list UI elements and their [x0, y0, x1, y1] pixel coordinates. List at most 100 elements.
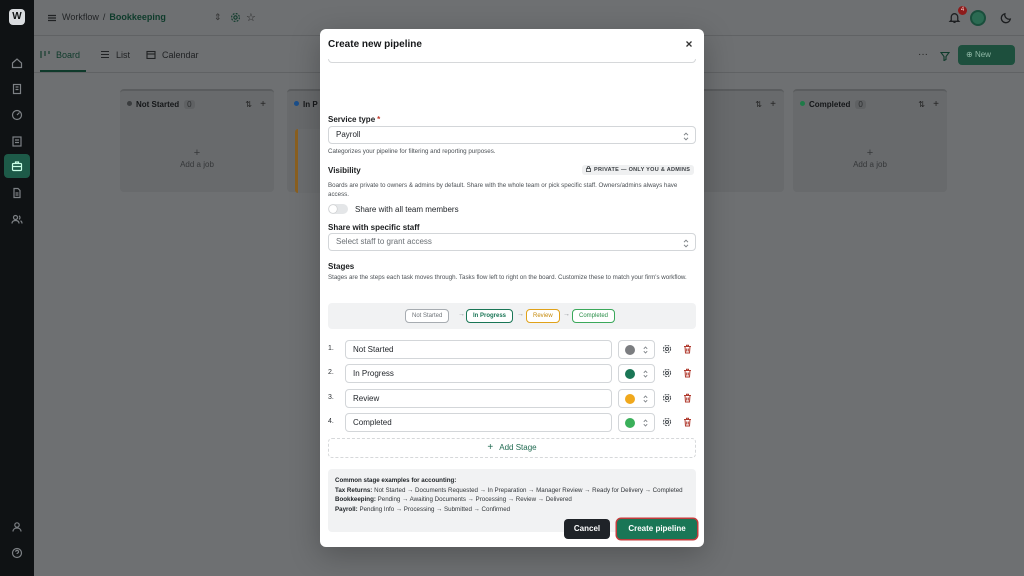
notification-badge: 4: [958, 6, 967, 15]
stage-color-picker[interactable]: [618, 364, 655, 383]
column-title: In P: [303, 100, 318, 109]
stage-row: 3. Review: [328, 389, 696, 409]
stage-name-input[interactable]: Completed: [345, 413, 612, 432]
users-icon[interactable]: [8, 210, 26, 228]
star-icon[interactable]: ☆: [246, 11, 256, 24]
sidebar: W: [0, 0, 34, 576]
tab-calendar[interactable]: Calendar: [146, 50, 199, 60]
board-column: Not Started 0 ⇅ + + Add a job: [120, 89, 274, 192]
chevron-updown-icon: [643, 346, 648, 354]
visibility-help: Boards are private to owners & admins by…: [328, 182, 678, 198]
building-icon[interactable]: [8, 80, 26, 98]
document-icon[interactable]: [8, 184, 26, 202]
service-type-label: Service type *: [328, 115, 381, 124]
arrow-right-icon: →: [458, 311, 465, 318]
gear-icon[interactable]: [662, 393, 672, 403]
briefcase-icon[interactable]: [4, 154, 30, 178]
color-swatch: [625, 345, 635, 355]
chevron-updown-icon: [683, 238, 689, 248]
app-logo[interactable]: W: [9, 9, 25, 25]
column-count: 0: [855, 100, 866, 109]
home-icon[interactable]: [8, 54, 26, 72]
add-stage-button[interactable]: + Add Stage: [328, 438, 696, 458]
stage-number: 3.: [328, 394, 334, 401]
service-type-value: Payroll: [336, 130, 361, 139]
add-job-button[interactable]: + Add a job: [120, 147, 274, 169]
examples-heading: Common stage examples for accounting:: [335, 477, 457, 484]
plus-icon[interactable]: +: [933, 99, 939, 110]
gear-icon[interactable]: [662, 368, 672, 378]
more-icon[interactable]: ···: [918, 49, 928, 60]
gear-icon[interactable]: [230, 12, 241, 23]
add-stage-label: Add Stage: [499, 443, 537, 452]
menu-icon[interactable]: [46, 12, 58, 24]
new-button-label: New: [974, 50, 991, 59]
close-icon[interactable]: [683, 38, 695, 50]
trash-icon[interactable]: [683, 393, 692, 403]
stage-name-input[interactable]: Review: [345, 389, 612, 408]
trash-icon[interactable]: [683, 368, 692, 378]
share-staff-placeholder: Select staff to grant access: [336, 237, 432, 246]
share-all-toggle[interactable]: [328, 204, 348, 214]
chevron-updown-icon[interactable]: ⇕: [214, 12, 222, 23]
avatar[interactable]: [970, 10, 986, 26]
trash-icon[interactable]: [683, 417, 692, 427]
column-dot: [800, 101, 805, 106]
add-job-button[interactable]: + Add a job: [793, 147, 947, 169]
preview-pill: Review: [526, 309, 560, 323]
stage-row: 4. Completed: [328, 413, 696, 433]
service-type-help: Categorizes your pipeline for filtering …: [328, 148, 496, 155]
plus-icon[interactable]: +: [770, 99, 776, 110]
color-swatch: [625, 418, 635, 428]
modal-body[interactable]: Service type * Payroll Categorizes your p…: [320, 59, 704, 535]
breadcrumb-root[interactable]: Workflow: [62, 12, 99, 22]
pipeline-name-field[interactable]: [328, 59, 696, 63]
stage-flow-preview: Not Started → In Progress → Review → Com…: [328, 303, 696, 329]
visibility-label: Visibility: [328, 166, 361, 175]
modal-title: Create new pipeline: [328, 39, 422, 50]
tab-board[interactable]: Board: [40, 50, 80, 60]
sort-icon[interactable]: ⇅: [245, 100, 252, 109]
stage-color-picker[interactable]: [618, 413, 655, 432]
stage-name-input[interactable]: In Progress: [345, 364, 612, 383]
stage-name-input[interactable]: Not Started: [345, 340, 612, 359]
tab-list[interactable]: List: [100, 50, 130, 60]
stages-help: Stages are the steps each task moves thr…: [328, 274, 687, 281]
service-type-select[interactable]: Payroll: [328, 126, 696, 144]
stage-color-picker[interactable]: [618, 389, 655, 408]
calendar-icon: [146, 50, 156, 60]
column-title: Not Started: [136, 100, 180, 109]
share-all-label[interactable]: Share with all team members: [355, 205, 459, 214]
tab-list-label: List: [116, 50, 131, 60]
arrow-right-icon: →: [517, 311, 524, 318]
arrow-right-icon: →: [563, 311, 570, 318]
help-icon[interactable]: [8, 544, 26, 562]
stage-row: 1. Not Started: [328, 340, 696, 360]
cancel-button[interactable]: Cancel: [564, 519, 610, 539]
stage-row: 2. In Progress: [328, 364, 696, 384]
color-swatch: [625, 369, 635, 379]
sort-icon[interactable]: ⇅: [918, 100, 925, 109]
plus-icon[interactable]: +: [260, 99, 266, 110]
user-icon[interactable]: [8, 518, 26, 536]
new-button[interactable]: ⊕ New: [958, 45, 1015, 65]
sort-icon[interactable]: ⇅: [755, 100, 762, 109]
create-pipeline-button[interactable]: Create pipeline: [617, 519, 697, 539]
gear-icon[interactable]: [662, 417, 672, 427]
share-staff-select[interactable]: Select staff to grant access: [328, 233, 696, 251]
plus-circle-icon: ⊕: [966, 50, 975, 59]
gear-icon[interactable]: [662, 344, 672, 354]
breadcrumb-separator: /: [102, 12, 106, 22]
filter-icon[interactable]: [939, 51, 951, 62]
chevron-updown-icon: [643, 370, 648, 378]
breadcrumb-current[interactable]: Bookkeeping: [109, 12, 166, 22]
column-dot: [294, 101, 299, 106]
gauge-icon[interactable]: [8, 106, 26, 124]
create-pipeline-modal: Create new pipeline Service type * Payrol…: [320, 29, 704, 547]
clipboard-icon[interactable]: [8, 132, 26, 150]
moon-icon[interactable]: [1000, 11, 1013, 24]
tab-board-label: Board: [56, 50, 81, 60]
stage-color-picker[interactable]: [618, 340, 655, 359]
trash-icon[interactable]: [683, 344, 692, 354]
stage-number: 2.: [328, 369, 334, 376]
